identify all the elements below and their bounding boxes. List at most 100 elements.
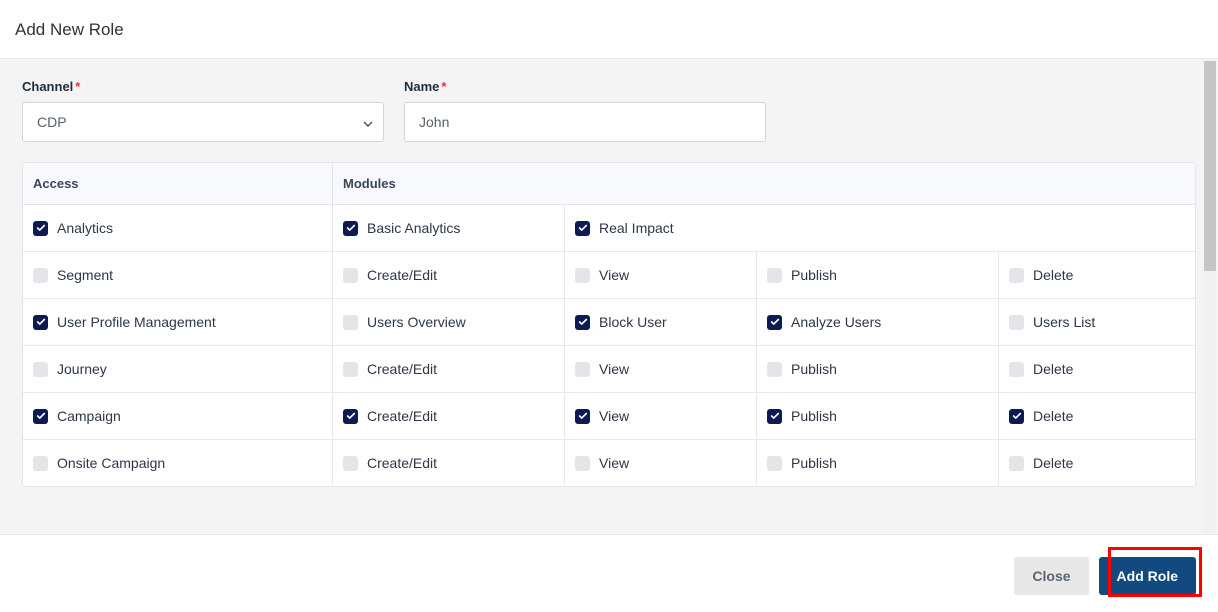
module-cell: Delete xyxy=(999,252,1195,298)
module-checkbox[interactable] xyxy=(767,362,782,377)
name-field: Name* xyxy=(404,79,766,142)
channel-select[interactable]: CDP xyxy=(22,102,384,142)
access-cell: Onsite Campaign xyxy=(23,440,333,486)
table-row: Segment Create/Edit View Publish Delete xyxy=(23,252,1195,299)
module-label: Publish xyxy=(791,408,837,424)
table-row: Campaign Create/Edit View Publish Delete xyxy=(23,393,1195,440)
table-row: Onsite Campaign Create/Edit View Publish… xyxy=(23,440,1195,486)
access-label: User Profile Management xyxy=(57,314,216,330)
module-checkbox[interactable] xyxy=(767,315,782,330)
module-label: Create/Edit xyxy=(367,361,437,377)
dialog-title: Add New Role xyxy=(15,20,1203,40)
header-access: Access xyxy=(23,163,333,204)
name-input[interactable] xyxy=(404,102,766,142)
module-checkbox[interactable] xyxy=(575,409,590,424)
permissions-table: Access Modules Analytics Basic Analytics… xyxy=(22,162,1196,487)
access-checkbox[interactable] xyxy=(33,268,48,283)
module-label: Publish xyxy=(791,267,837,283)
module-checkbox[interactable] xyxy=(1009,456,1024,471)
module-checkbox[interactable] xyxy=(343,409,358,424)
module-cell: Users Overview xyxy=(333,299,565,345)
module-label: Real Impact xyxy=(599,220,674,236)
module-label: Users List xyxy=(1033,314,1095,330)
module-label: Delete xyxy=(1033,455,1073,471)
module-cell: Delete xyxy=(999,393,1195,439)
chevron-down-icon xyxy=(363,114,373,130)
module-label: Publish xyxy=(791,361,837,377)
module-label: Create/Edit xyxy=(367,267,437,283)
access-checkbox[interactable] xyxy=(33,456,48,471)
access-label: Campaign xyxy=(57,408,121,424)
module-cell: Publish xyxy=(757,440,999,486)
module-cell: Basic Analytics xyxy=(333,205,565,251)
module-checkbox[interactable] xyxy=(767,268,782,283)
dialog-header: Add New Role xyxy=(0,0,1218,58)
module-cell: View xyxy=(565,440,757,486)
table-row: Analytics Basic Analytics Real Impact xyxy=(23,205,1195,252)
module-cell: Create/Edit xyxy=(333,393,565,439)
module-label: Create/Edit xyxy=(367,408,437,424)
module-cell: Real Impact xyxy=(565,205,797,251)
table-row: User Profile Management Users Overview B… xyxy=(23,299,1195,346)
module-checkbox[interactable] xyxy=(767,456,782,471)
module-label: View xyxy=(599,455,629,471)
table-row: Journey Create/Edit View Publish Delete xyxy=(23,346,1195,393)
module-checkbox[interactable] xyxy=(343,315,358,330)
access-label: Journey xyxy=(57,361,107,377)
access-checkbox[interactable] xyxy=(33,362,48,377)
access-checkbox[interactable] xyxy=(33,409,48,424)
channel-label: Channel* xyxy=(22,79,384,94)
module-checkbox[interactable] xyxy=(575,268,590,283)
add-role-button[interactable]: Add Role xyxy=(1099,557,1196,595)
module-label: Delete xyxy=(1033,408,1073,424)
access-checkbox[interactable] xyxy=(33,221,48,236)
module-checkbox[interactable] xyxy=(575,315,590,330)
module-label: Analyze Users xyxy=(791,314,881,330)
module-checkbox[interactable] xyxy=(1009,268,1024,283)
module-checkbox[interactable] xyxy=(343,362,358,377)
module-label: Block User xyxy=(599,314,667,330)
close-button[interactable]: Close xyxy=(1014,557,1088,595)
access-label: Segment xyxy=(57,267,113,283)
module-checkbox[interactable] xyxy=(343,268,358,283)
module-cell: Block User xyxy=(565,299,757,345)
table-header: Access Modules xyxy=(23,163,1195,205)
module-cell: Create/Edit xyxy=(333,252,565,298)
module-cell: Create/Edit xyxy=(333,346,565,392)
module-cell: View xyxy=(565,393,757,439)
module-checkbox[interactable] xyxy=(343,221,358,236)
scrollbar-thumb[interactable] xyxy=(1204,61,1216,271)
module-checkbox[interactable] xyxy=(575,221,590,236)
module-cell: View xyxy=(565,252,757,298)
access-label: Analytics xyxy=(57,220,113,236)
module-checkbox[interactable] xyxy=(1009,409,1024,424)
access-cell: Analytics xyxy=(23,205,333,251)
module-label: View xyxy=(599,267,629,283)
module-cell: View xyxy=(565,346,757,392)
module-label: View xyxy=(599,361,629,377)
module-checkbox[interactable] xyxy=(575,456,590,471)
access-label: Onsite Campaign xyxy=(57,455,165,471)
module-checkbox[interactable] xyxy=(767,409,782,424)
module-cell: Publish xyxy=(757,393,999,439)
content-area: Channel* CDP Name* Access Modules xyxy=(0,58,1218,535)
module-label: Delete xyxy=(1033,267,1073,283)
access-cell: Campaign xyxy=(23,393,333,439)
module-checkbox[interactable] xyxy=(575,362,590,377)
module-cell: Delete xyxy=(999,346,1195,392)
module-checkbox[interactable] xyxy=(343,456,358,471)
access-cell: Segment xyxy=(23,252,333,298)
header-modules: Modules xyxy=(333,163,1195,204)
module-cell: Delete xyxy=(999,440,1195,486)
access-cell: User Profile Management xyxy=(23,299,333,345)
channel-select-value: CDP xyxy=(37,114,67,130)
module-checkbox[interactable] xyxy=(1009,315,1024,330)
access-cell: Journey xyxy=(23,346,333,392)
module-label: Basic Analytics xyxy=(367,220,460,236)
module-label: Delete xyxy=(1033,361,1073,377)
access-checkbox[interactable] xyxy=(33,315,48,330)
module-checkbox[interactable] xyxy=(1009,362,1024,377)
module-cell: Create/Edit xyxy=(333,440,565,486)
module-cell: Publish xyxy=(757,252,999,298)
module-cell: Publish xyxy=(757,346,999,392)
